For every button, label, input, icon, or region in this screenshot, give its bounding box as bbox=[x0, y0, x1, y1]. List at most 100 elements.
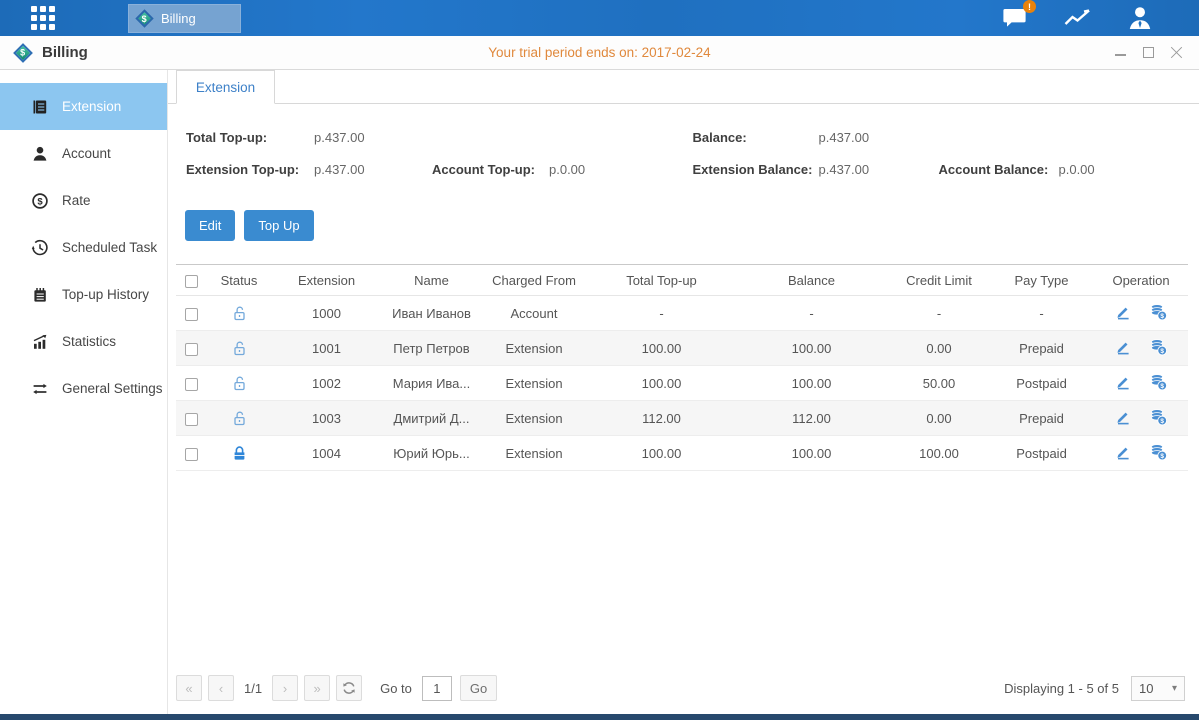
messages-icon[interactable]: ! bbox=[1003, 6, 1028, 30]
cell-charged-from: Extension bbox=[479, 366, 589, 401]
notification-badge: ! bbox=[1023, 0, 1036, 13]
row-checkbox[interactable] bbox=[185, 378, 198, 391]
window-bottom-edge bbox=[0, 714, 1199, 720]
taskbar-tab-billing[interactable]: $ Billing bbox=[128, 4, 241, 33]
title-bar: $ Billing Your trial period ends on: 201… bbox=[0, 36, 1199, 70]
col-operation: Operation bbox=[1094, 265, 1188, 296]
account-balance-label: Account Balance: bbox=[939, 162, 1059, 177]
person-icon bbox=[1127, 5, 1153, 31]
lock-open-icon bbox=[231, 375, 248, 392]
topup-history-icon bbox=[31, 286, 49, 304]
account-balance-value: p.0.00 bbox=[1059, 162, 1095, 177]
col-total-topup: Total Top-up bbox=[589, 265, 734, 296]
extension-topup-label: Extension Top-up: bbox=[186, 162, 314, 177]
topup-summary: Total Top-up: p.437.00 Extension Top-up:… bbox=[168, 104, 1199, 196]
row-checkbox[interactable] bbox=[185, 448, 198, 461]
topup-row-icon[interactable]: $ bbox=[1149, 408, 1168, 426]
goto-page-input[interactable] bbox=[422, 676, 452, 701]
cell-name: Иван Иванов bbox=[384, 296, 479, 331]
select-all-checkbox[interactable] bbox=[185, 275, 198, 288]
col-pay-type: Pay Type bbox=[989, 265, 1094, 296]
lock-open-icon bbox=[231, 410, 248, 427]
sidebar-item-account[interactable]: Account bbox=[0, 130, 167, 177]
main-content: Extension Total Top-up: p.437.00 Extensi… bbox=[168, 70, 1199, 714]
lock-closed-icon bbox=[231, 445, 248, 462]
statistics-icon bbox=[31, 333, 49, 351]
sidebar-item-statistics[interactable]: Statistics bbox=[0, 318, 167, 365]
displaying-text: Displaying 1 - 5 of 5 bbox=[1004, 681, 1119, 696]
cell-name: Мария Ива... bbox=[384, 366, 479, 401]
last-page-button[interactable]: » bbox=[304, 675, 330, 701]
cell-credit-limit: 50.00 bbox=[889, 366, 989, 401]
row-checkbox[interactable] bbox=[185, 308, 198, 321]
ledger-icon bbox=[31, 98, 49, 116]
table-header-row: Status Extension Name Charged From Total… bbox=[176, 265, 1188, 296]
sidebar: Extension Account $ Rate Scheduled Task bbox=[0, 70, 168, 714]
go-button[interactable]: Go bbox=[460, 675, 497, 701]
account-user-icon[interactable] bbox=[1127, 5, 1153, 31]
reports-chart-icon[interactable] bbox=[1064, 6, 1091, 30]
page-size-select[interactable]: 10 ▾ bbox=[1131, 676, 1185, 701]
extension-topup-value: p.437.00 bbox=[314, 162, 432, 177]
topup-row-icon[interactable]: $ bbox=[1149, 443, 1168, 461]
line-chart-icon bbox=[1064, 6, 1091, 30]
minimize-icon[interactable] bbox=[1114, 46, 1127, 59]
prev-page-button[interactable]: ‹ bbox=[208, 675, 234, 701]
sidebar-item-label: Statistics bbox=[62, 334, 116, 349]
edit-button[interactable]: Edit bbox=[185, 210, 235, 241]
cell-charged-from: Extension bbox=[479, 331, 589, 366]
general-settings-icon bbox=[31, 380, 49, 398]
scheduled-task-icon bbox=[31, 239, 49, 257]
row-checkbox[interactable] bbox=[185, 413, 198, 426]
topup-row-icon[interactable]: $ bbox=[1149, 338, 1168, 356]
cell-extension: 1000 bbox=[269, 296, 384, 331]
cell-extension: 1002 bbox=[269, 366, 384, 401]
sidebar-item-extension[interactable]: Extension bbox=[0, 83, 167, 130]
table-row: 1002 Мария Ива... Extension 100.00 100.0… bbox=[176, 366, 1188, 401]
cell-extension: 1001 bbox=[269, 331, 384, 366]
cell-charged-from: Account bbox=[479, 296, 589, 331]
tab-extension-label: Extension bbox=[196, 80, 255, 95]
edit-row-icon[interactable] bbox=[1114, 408, 1132, 426]
lock-open-icon bbox=[231, 340, 248, 357]
total-topup-label: Total Top-up: bbox=[186, 130, 314, 145]
sidebar-item-label: General Settings bbox=[62, 381, 163, 396]
edit-row-icon[interactable] bbox=[1114, 443, 1132, 461]
top-bar: $ Billing ! bbox=[0, 0, 1199, 36]
maximize-icon[interactable] bbox=[1142, 46, 1155, 59]
svg-text:$: $ bbox=[1160, 382, 1164, 389]
svg-text:$: $ bbox=[1160, 452, 1164, 459]
edit-row-icon[interactable] bbox=[1114, 303, 1132, 321]
app-grid-icon[interactable] bbox=[30, 5, 56, 31]
refresh-button[interactable] bbox=[336, 675, 362, 701]
edit-row-icon[interactable] bbox=[1114, 338, 1132, 356]
cell-balance: - bbox=[734, 296, 889, 331]
page-size-value: 10 bbox=[1139, 681, 1153, 696]
top-up-button[interactable]: Top Up bbox=[244, 210, 313, 241]
cell-balance: 112.00 bbox=[734, 401, 889, 436]
sidebar-item-rate[interactable]: $ Rate bbox=[0, 177, 167, 224]
tab-extension[interactable]: Extension bbox=[176, 70, 275, 104]
sidebar-item-topup-history[interactable]: Top-up History bbox=[0, 271, 167, 318]
close-icon[interactable] bbox=[1170, 46, 1183, 59]
total-topup-value: p.437.00 bbox=[314, 130, 365, 145]
cell-credit-limit: - bbox=[889, 296, 989, 331]
account-topup-label: Account Top-up: bbox=[432, 162, 549, 177]
first-page-button[interactable]: « bbox=[176, 675, 202, 701]
topup-row-icon[interactable]: $ bbox=[1149, 303, 1168, 321]
col-name: Name bbox=[384, 265, 479, 296]
next-page-button[interactable]: › bbox=[272, 675, 298, 701]
cell-name: Юрий Юрь... bbox=[384, 436, 479, 471]
sidebar-item-general-settings[interactable]: General Settings bbox=[0, 365, 167, 412]
svg-text:$: $ bbox=[37, 196, 43, 207]
row-checkbox[interactable] bbox=[185, 343, 198, 356]
col-balance: Balance bbox=[734, 265, 889, 296]
chevron-down-icon: ▾ bbox=[1172, 683, 1177, 694]
billing-diamond-icon: $ bbox=[135, 9, 153, 27]
edit-row-icon[interactable] bbox=[1114, 373, 1132, 391]
sidebar-item-scheduled-task[interactable]: Scheduled Task bbox=[0, 224, 167, 271]
user-icon bbox=[31, 145, 49, 163]
cell-charged-from: Extension bbox=[479, 401, 589, 436]
topup-row-icon[interactable]: $ bbox=[1149, 373, 1168, 391]
trial-notice: Your trial period ends on: 2017-02-24 bbox=[0, 45, 1199, 60]
